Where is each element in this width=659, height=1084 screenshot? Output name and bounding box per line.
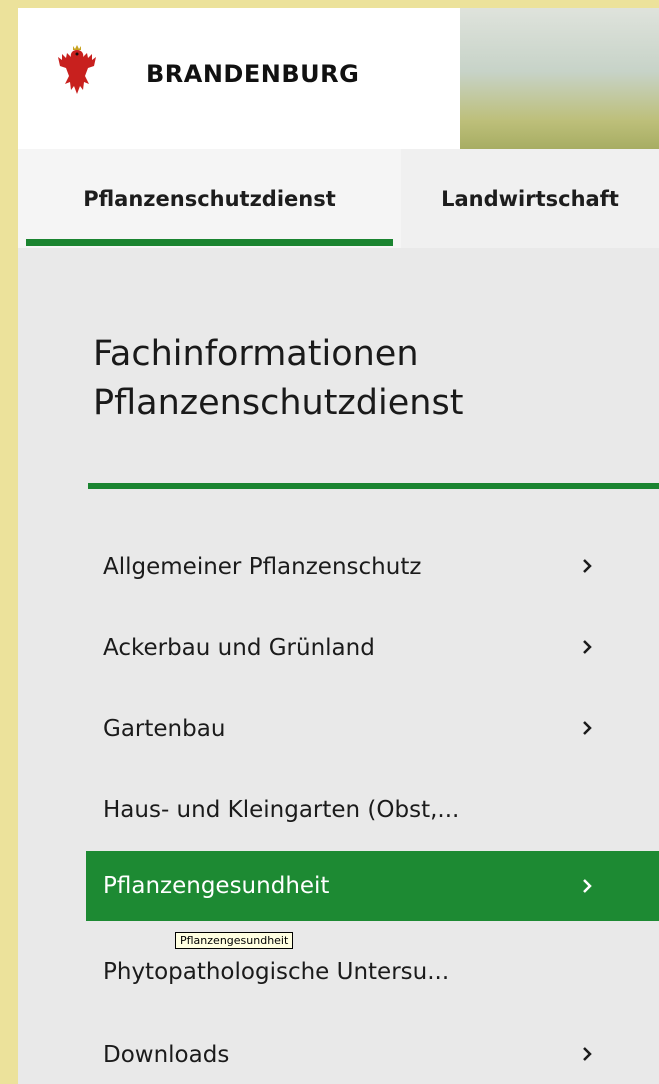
chevron-right-icon: [583, 1047, 592, 1061]
menu-item-ackerbau-und-gruenland[interactable]: Ackerbau und Grünland: [86, 616, 659, 680]
brandenburg-eagle-logo[interactable]: [54, 44, 100, 98]
menu-item-label: Ackerbau und Grünland: [103, 635, 375, 661]
tooltip: Pflanzengesundheit: [175, 932, 294, 949]
menu-item-label: Gartenbau: [103, 716, 226, 742]
chevron-right-icon: [583, 721, 592, 735]
tab-pflanzenschutzdienst[interactable]: Pflanzenschutzdienst: [18, 149, 401, 248]
chevron-right-icon: [583, 640, 592, 654]
header-landscape-image: [460, 8, 659, 149]
menu-item-phytopathologische-untersuchungen[interactable]: Phytopathologische Untersu...: [86, 940, 659, 1004]
menu-item-pflanzengesundheit[interactable]: Pflanzengesundheit: [86, 851, 659, 921]
tab-landwirtschaft[interactable]: Landwirtschaft: [401, 149, 659, 248]
menu-item-allgemeiner-pflanzenschutz[interactable]: Allgemeiner Pflanzenschutz: [86, 535, 659, 599]
section-divider: [88, 483, 659, 489]
menu-item-gartenbau[interactable]: Gartenbau: [86, 697, 659, 761]
menu-item-haus-und-kleingarten[interactable]: Haus- und Kleingarten (Obst,...: [86, 778, 659, 842]
menu-item-label: Downloads: [103, 1042, 230, 1068]
brand-name[interactable]: BRANDENBURG: [146, 60, 359, 88]
chevron-right-icon: [583, 879, 592, 893]
menu-item-label: Haus- und Kleingarten (Obst,...: [103, 797, 460, 823]
chevron-right-icon: [583, 559, 592, 573]
section-title: Fachinformationen Pflanzenschutzdienst: [93, 334, 464, 423]
main-nav-tabs: Pflanzenschutzdienst Landwirtschaft: [18, 149, 659, 248]
menu-item-downloads[interactable]: Downloads: [86, 1023, 659, 1084]
menu-item-label: Phytopathologische Untersu...: [103, 959, 450, 985]
header: BRANDENBURG: [18, 8, 659, 149]
menu-item-label: Allgemeiner Pflanzenschutz: [103, 554, 422, 580]
page: BRANDENBURG Pflanzenschutzdienst Landwir…: [18, 8, 659, 1084]
menu-item-label: Pflanzengesundheit: [103, 873, 330, 899]
